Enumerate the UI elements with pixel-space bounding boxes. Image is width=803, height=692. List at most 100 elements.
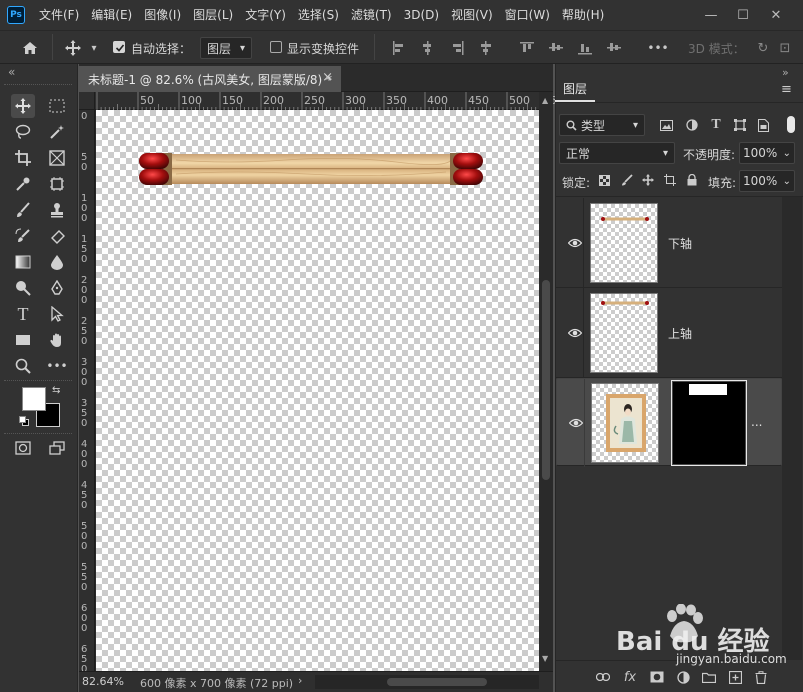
close-tab-icon[interactable]: × — [322, 70, 333, 85]
lock-position-icon[interactable] — [641, 172, 655, 188]
visibility-eye-icon[interactable] — [567, 327, 583, 339]
menu-item[interactable]: 图层(L) — [187, 0, 239, 30]
crop-tool-icon[interactable] — [11, 146, 35, 170]
gradient-tool-icon[interactable] — [11, 250, 35, 274]
menu-item[interactable]: 视图(V) — [445, 0, 499, 30]
layer-filter-dropdown[interactable]: 类型 ▾ — [559, 114, 645, 136]
menu-item[interactable]: 图像(I) — [138, 0, 187, 30]
layer-row[interactable]: 上轴 — [556, 288, 782, 378]
menu-item[interactable]: 选择(S) — [292, 0, 345, 30]
menu-item[interactable]: 编辑(E) — [85, 0, 138, 30]
align-vertical-center-icon[interactable] — [545, 37, 567, 59]
rectangle-tool-icon[interactable] — [11, 328, 35, 352]
new-group-folder-icon[interactable] — [700, 668, 718, 686]
type-tool-icon[interactable]: T — [11, 302, 35, 326]
align-left-icon[interactable] — [388, 37, 410, 59]
quick-mask-icon[interactable] — [11, 436, 35, 460]
layer-mask-thumbnail[interactable] — [673, 382, 745, 464]
patch-tool-icon[interactable] — [45, 172, 69, 196]
blur-tool-icon[interactable] — [45, 250, 69, 274]
magic-wand-tool-icon[interactable] — [45, 120, 69, 144]
layer-style-fx-icon[interactable]: fx — [620, 667, 640, 687]
zoom-tool-icon[interactable] — [11, 354, 35, 378]
frame-tool-icon[interactable] — [45, 146, 69, 170]
auto-select-checkbox[interactable] — [113, 41, 125, 56]
layer-thumbnail[interactable] — [590, 203, 658, 283]
horizontal-scroll-thumb[interactable] — [387, 678, 487, 686]
align-bottom-icon[interactable] — [574, 37, 596, 59]
filter-toggle-switch[interactable] — [787, 116, 795, 133]
filter-pixel-icon[interactable] — [657, 114, 675, 136]
new-layer-icon[interactable] — [726, 668, 744, 686]
layer-name[interactable]: 上轴 — [668, 325, 692, 342]
visibility-eye-icon[interactable] — [568, 417, 584, 429]
lock-image-pixels-icon[interactable] — [620, 172, 634, 188]
lock-all-icon[interactable] — [685, 172, 699, 188]
chevron-down-icon[interactable]: ▾ — [88, 37, 100, 59]
layer-row-selected[interactable]: ... — [556, 378, 782, 467]
more-tools-icon[interactable]: ••• — [45, 354, 69, 378]
history-brush-tool-icon[interactable] — [11, 224, 35, 248]
foreground-color-swatch[interactable] — [22, 387, 46, 411]
menu-item[interactable]: 文件(F) — [33, 0, 85, 30]
panel-collapse-icon[interactable]: » — [782, 66, 789, 79]
scroll-down-icon[interactable]: ▼ — [542, 654, 548, 663]
swap-colors-icon[interactable]: ⇆ — [52, 385, 60, 396]
distribute-vertical-icon[interactable] — [603, 37, 625, 59]
vertical-scroll-thumb[interactable] — [542, 280, 550, 480]
filter-shape-icon[interactable] — [731, 114, 749, 136]
move-tool-icon[interactable] — [11, 94, 35, 118]
eyedropper-tool-icon[interactable] — [11, 172, 35, 196]
dodge-tool-icon[interactable] — [11, 276, 35, 300]
blend-mode-dropdown[interactable]: 正常 ▾ — [559, 142, 675, 164]
status-menu-arrow-icon[interactable]: › — [298, 674, 302, 687]
document-size-info[interactable]: 600 像素 x 700 像素 (72 ppi) — [140, 675, 293, 691]
menu-item[interactable]: 帮助(H) — [556, 0, 610, 30]
move-tool-preset-icon[interactable] — [62, 37, 84, 59]
layer-row[interactable]: 下轴 — [556, 198, 782, 288]
scroll-up-icon[interactable]: ▲ — [542, 96, 548, 105]
filter-smart-object-icon[interactable] — [754, 114, 772, 136]
vertical-scrollbar[interactable]: ▲ ▼ — [539, 92, 553, 672]
canvas[interactable] — [96, 110, 539, 671]
layer-name[interactable]: 下轴 — [668, 235, 692, 252]
layer-thumbnail[interactable] — [590, 293, 658, 373]
opacity-input[interactable]: 100% ⌄ — [739, 142, 795, 164]
add-mask-icon[interactable] — [648, 668, 666, 686]
maximize-button[interactable]: ☐ — [727, 0, 759, 30]
document-tab[interactable]: 未标题-1 @ 82.6% (古风美女, 图层蒙版/8) * × — [79, 66, 341, 92]
delete-layer-trash-icon[interactable] — [752, 668, 770, 686]
adjustment-layer-icon[interactable] — [674, 668, 692, 686]
screen-mode-icon[interactable] — [45, 436, 69, 460]
more-options-button[interactable]: ••• — [646, 37, 670, 59]
path-select-tool-icon[interactable] — [45, 302, 69, 326]
show-transform-checkbox[interactable] — [270, 41, 282, 56]
close-button[interactable]: ✕ — [760, 0, 792, 30]
filter-type-icon[interactable]: T — [707, 114, 725, 136]
hand-tool-icon[interactable] — [45, 328, 69, 352]
visibility-eye-icon[interactable] — [567, 237, 583, 249]
toolbox-collapse-icon[interactable]: « — [8, 65, 15, 79]
horizontal-scrollbar[interactable] — [315, 675, 539, 689]
stamp-tool-icon[interactable] — [45, 198, 69, 222]
layer-thumbnail[interactable] — [591, 383, 659, 463]
eraser-tool-icon[interactable] — [45, 224, 69, 248]
3d-rotate-icon[interactable]: ↻ — [754, 37, 772, 59]
fill-input[interactable]: 100% ⌄ — [739, 170, 795, 192]
menu-item[interactable]: 窗口(W) — [499, 0, 556, 30]
lock-artboard-icon[interactable] — [663, 172, 677, 188]
filter-adjustment-icon[interactable] — [683, 114, 701, 136]
lasso-tool-icon[interactable] — [11, 120, 35, 144]
layers-tab[interactable]: 图层 — [555, 77, 595, 102]
link-layers-icon[interactable] — [594, 668, 612, 686]
lock-transparent-pixels-icon[interactable] — [597, 172, 611, 188]
layers-scroll-track[interactable] — [782, 197, 802, 660]
auto-select-target-dropdown[interactable]: 图层 ▾ — [200, 37, 252, 59]
menu-item[interactable]: 3D(D) — [398, 0, 445, 30]
align-top-icon[interactable] — [516, 37, 538, 59]
brush-tool-icon[interactable] — [11, 198, 35, 222]
home-icon[interactable] — [16, 37, 44, 59]
pen-tool-icon[interactable] — [45, 276, 69, 300]
3d-pan-icon[interactable]: ⊡ — [776, 37, 794, 59]
marquee-tool-icon[interactable] — [45, 94, 69, 118]
